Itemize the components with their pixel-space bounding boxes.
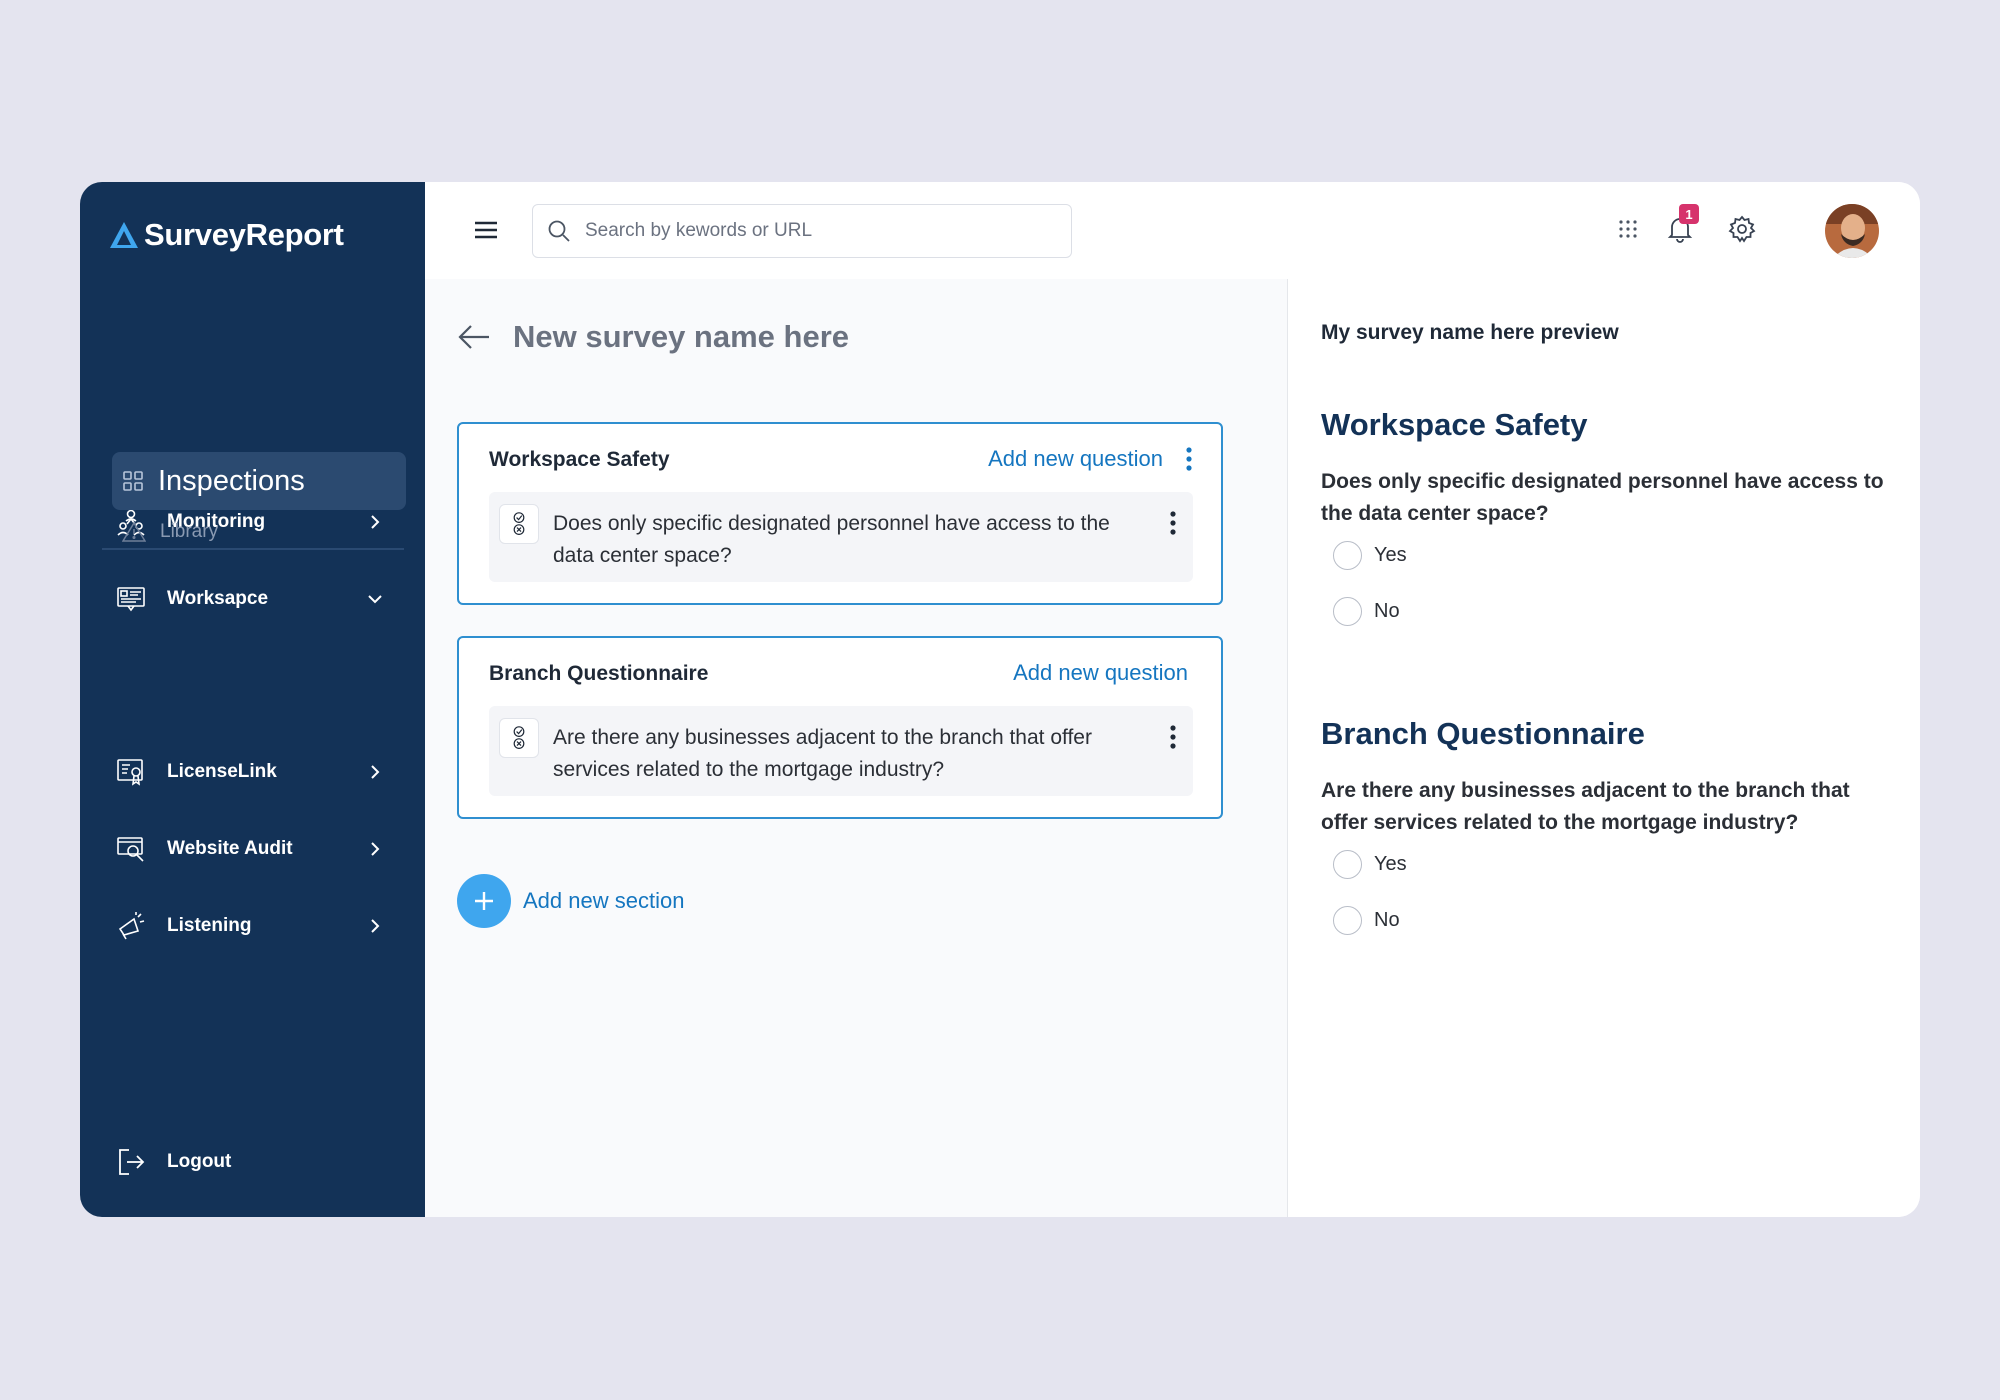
notifications-button[interactable]: 1 xyxy=(1663,204,1699,246)
radio-option-yes[interactable]: Yes xyxy=(1321,850,1407,879)
notification-badge: 1 xyxy=(1679,204,1699,224)
sidebar-subitem-label: Inspections xyxy=(158,464,305,497)
more-options-icon[interactable] xyxy=(1169,724,1177,750)
radio-option-no[interactable]: No xyxy=(1321,597,1400,626)
question-text[interactable]: Are there any businesses adjacent to the… xyxy=(553,722,1133,786)
license-certificate-icon xyxy=(115,756,147,788)
question-text[interactable]: Does only specific designated personnel … xyxy=(553,508,1133,572)
radio-option-yes[interactable]: Yes xyxy=(1321,541,1407,570)
sidebar-item-website-audit[interactable]: Website Audit xyxy=(115,827,385,871)
search-input[interactable] xyxy=(585,220,1071,242)
hamburger-menu-icon[interactable] xyxy=(473,218,499,242)
sidebar-item-label: Worksapce xyxy=(167,588,269,609)
survey-preview: My survey name here preview Workspace Sa… xyxy=(1289,279,1920,1217)
section-card[interactable]: Branch Questionnaire Add new question Ar… xyxy=(457,636,1223,819)
preview-question: Does only specific designated personnel … xyxy=(1321,470,1884,525)
sidebar-subitem-inspections[interactable]: Inspections xyxy=(112,452,406,510)
question-item[interactable]: Does only specific designated personnel … xyxy=(489,492,1193,582)
radio-label: No xyxy=(1374,600,1400,622)
add-question-button[interactable]: Add new question xyxy=(1013,660,1188,686)
section-title[interactable]: Branch Questionnaire xyxy=(489,662,708,686)
yes-no-question-icon xyxy=(499,504,539,544)
question-item[interactable]: Are there any businesses adjacent to the… xyxy=(489,706,1193,796)
chevron-right-icon xyxy=(371,842,380,856)
sidebar-item-listening[interactable]: Listening xyxy=(115,904,385,948)
sidebar-item-licenselink[interactable]: LicenseLink xyxy=(115,750,385,794)
app-window: SurveyReport Monitoring Worksapce Inspec… xyxy=(80,182,1920,1217)
radio-button[interactable] xyxy=(1333,541,1362,570)
survey-name[interactable]: New survey name here xyxy=(513,319,849,355)
sidebar-item-label: LicenseLink xyxy=(167,761,277,782)
logout-label: Logout xyxy=(167,1151,232,1172)
radio-button[interactable] xyxy=(1333,597,1362,626)
chevron-right-icon xyxy=(371,515,380,529)
sidebar-item-worksapce[interactable]: Worksapce xyxy=(115,577,385,621)
chevron-right-icon xyxy=(371,919,380,933)
topbar: 1 xyxy=(425,182,1920,279)
gear-icon xyxy=(1728,215,1756,243)
logout-icon xyxy=(115,1146,147,1178)
brand-name: SurveyReport xyxy=(144,217,344,252)
brand-logo[interactable]: SurveyReport xyxy=(108,217,344,253)
radio-option-no[interactable]: No xyxy=(1321,906,1400,935)
preview-title: My survey name here preview xyxy=(1321,321,1619,344)
warning-triangle-icon xyxy=(122,521,146,542)
section-title[interactable]: Workspace Safety xyxy=(489,448,670,472)
sidebar-item-label: Website Audit xyxy=(167,838,293,859)
preview-section-title: Workspace Safety xyxy=(1321,407,1588,442)
sidebar-item-label: Listening xyxy=(167,915,252,936)
apps-grid-button[interactable] xyxy=(1611,212,1645,246)
grid-icon xyxy=(123,471,143,491)
more-options-icon[interactable] xyxy=(1169,510,1177,536)
add-section-button[interactable]: Add new section xyxy=(457,874,684,928)
sidebar-subitem-library[interactable]: Library xyxy=(122,518,218,546)
preview-section-title: Branch Questionnaire xyxy=(1321,716,1645,751)
settings-button[interactable] xyxy=(1725,212,1759,246)
section-card[interactable]: Workspace Safety Add new question Does o… xyxy=(457,422,1223,605)
preview-question: Are there any businesses adjacent to the… xyxy=(1321,779,1850,834)
radio-label: No xyxy=(1374,909,1400,931)
radio-label: Yes xyxy=(1374,544,1407,566)
avatar[interactable] xyxy=(1825,204,1879,258)
chevron-down-icon xyxy=(368,595,382,604)
main-area: 1 xyxy=(425,182,1920,1217)
workspace-board-icon xyxy=(115,583,147,615)
logo-triangle-icon xyxy=(110,222,138,248)
search-icon xyxy=(548,220,570,242)
sidebar: SurveyReport Monitoring Worksapce Inspec… xyxy=(80,182,425,1217)
website-audit-icon xyxy=(115,833,147,865)
sidebar-divider xyxy=(102,548,404,550)
user-avatar-icon xyxy=(1825,204,1879,258)
chevron-right-icon xyxy=(371,765,380,779)
editor-header: New survey name here xyxy=(457,319,849,355)
megaphone-icon xyxy=(115,910,147,942)
radio-button[interactable] xyxy=(1333,906,1362,935)
plus-icon xyxy=(457,874,511,928)
apps-grid-icon xyxy=(1619,220,1637,238)
add-section-label: Add new section xyxy=(523,888,685,913)
search-box xyxy=(532,204,1072,258)
yes-no-question-icon xyxy=(499,718,539,758)
survey-editor: New survey name here Workspace Safety Ad… xyxy=(425,279,1288,1217)
radio-label: Yes xyxy=(1374,853,1407,875)
back-arrow-icon[interactable] xyxy=(457,322,491,352)
add-question-button[interactable]: Add new question xyxy=(988,446,1163,472)
logout-button[interactable]: Logout xyxy=(115,1140,385,1184)
radio-button[interactable] xyxy=(1333,850,1362,879)
sidebar-subitem-label: Library xyxy=(160,521,219,542)
more-options-icon[interactable] xyxy=(1185,446,1193,472)
